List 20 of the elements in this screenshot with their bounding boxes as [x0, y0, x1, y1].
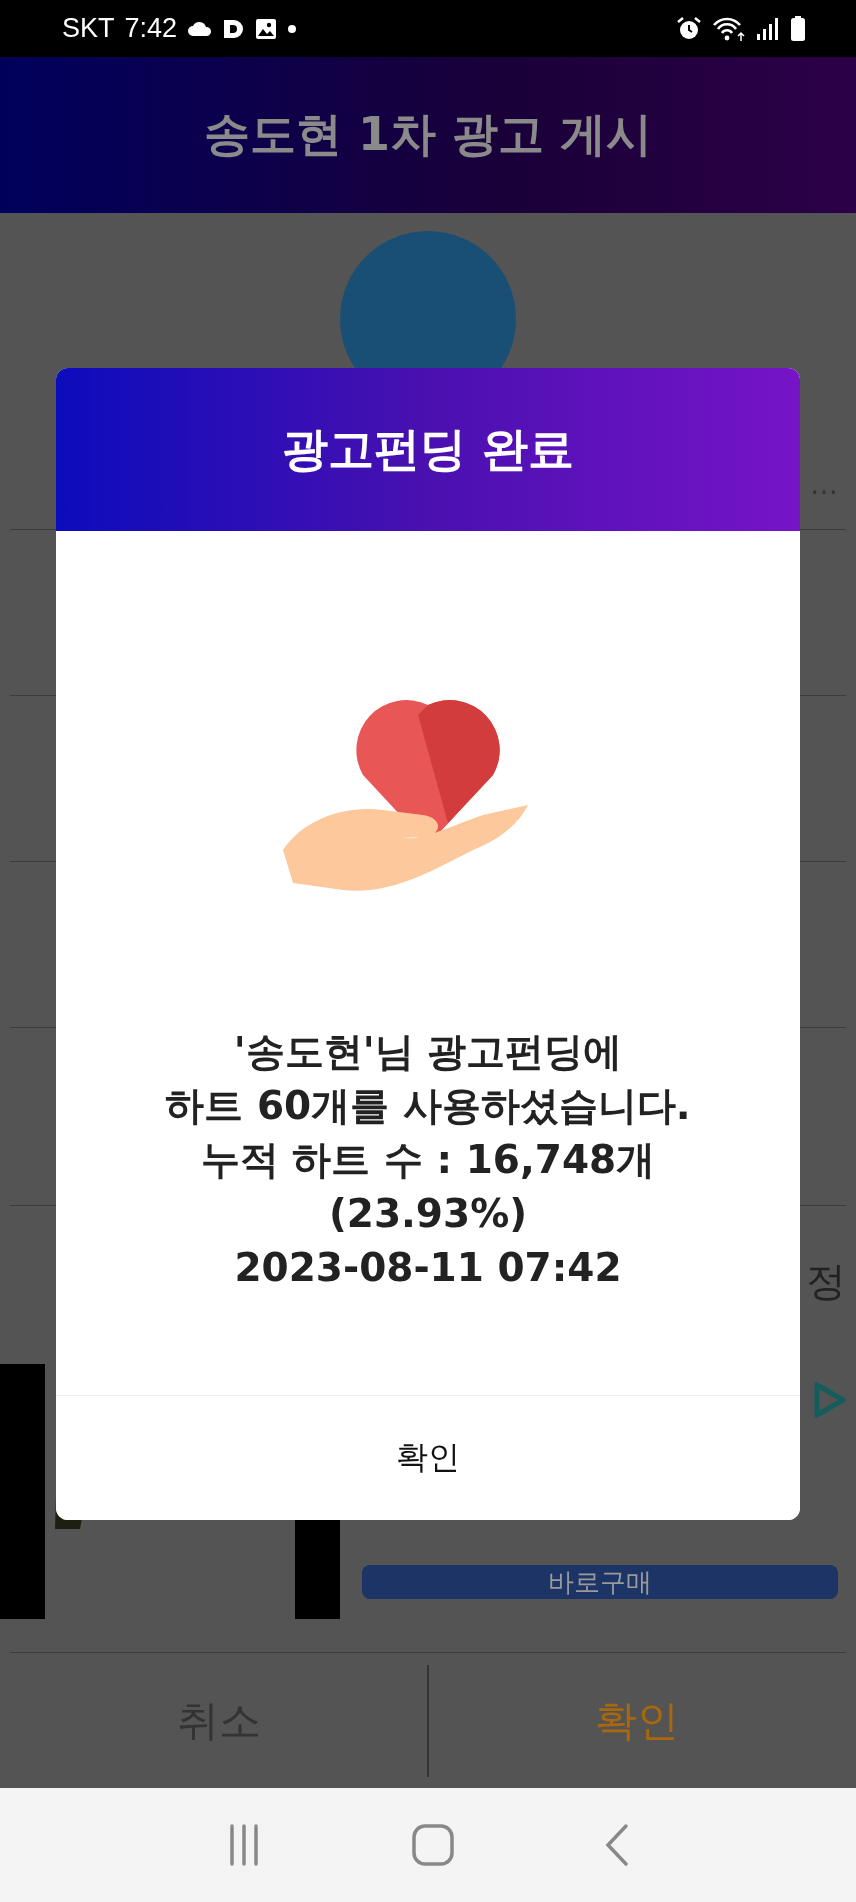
- dialog-title: 광고펀딩 완료: [282, 420, 574, 478]
- battery-icon: [790, 15, 806, 42]
- carrier-name: SKT: [62, 13, 115, 44]
- page-title: 송도현 1차 광고 게시: [203, 106, 653, 163]
- signal-icon: [756, 16, 780, 41]
- wifi-icon: [712, 15, 746, 42]
- message-text: 하트 60개를 사용하셨습니다.: [165, 1082, 691, 1130]
- clock: 7:42: [124, 13, 178, 44]
- image-icon: [255, 17, 278, 40]
- dot-icon: [287, 23, 298, 34]
- row-trailing-text: …: [810, 468, 839, 501]
- message-text: (23.93%): [328, 1190, 528, 1238]
- message-text: 2023-08-11 07:42: [234, 1244, 622, 1292]
- letter-d-icon: [223, 18, 246, 39]
- message-text: 누적 하트 수 : 16,748개: [200, 1136, 656, 1184]
- alarm-icon: [676, 15, 702, 42]
- buy-now-button[interactable]: 바로구매: [362, 1565, 838, 1599]
- home-icon[interactable]: [411, 1823, 455, 1867]
- message-text: '송도현'님 광고펀딩에: [233, 1028, 623, 1076]
- cloud-icon: [187, 20, 214, 37]
